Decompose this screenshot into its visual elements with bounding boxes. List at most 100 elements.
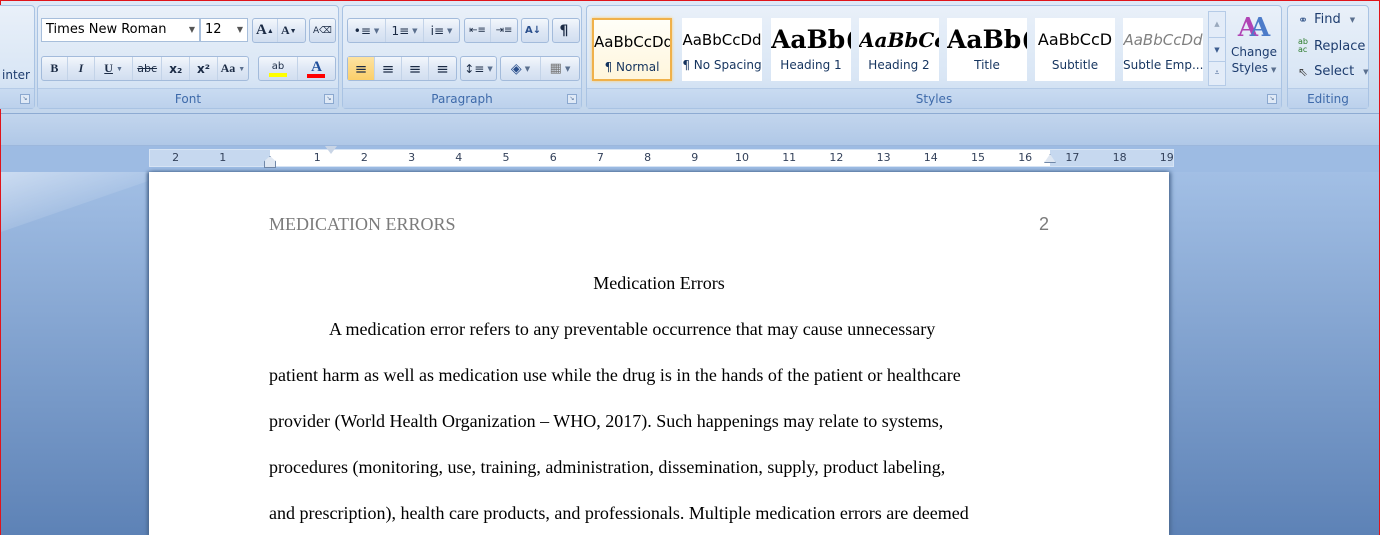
running-head: MEDICATION ERRORS	[269, 214, 456, 234]
chevron-down-icon: ▼	[1271, 66, 1277, 74]
style-subtitle[interactable]: AaBbCcD Subtitle	[1035, 18, 1115, 81]
style-preview: AaBb(	[947, 25, 1027, 54]
bold-icon: B	[50, 61, 59, 75]
italic-icon: I	[78, 61, 84, 75]
scroll-up-icon[interactable]: ▲	[1209, 12, 1225, 37]
gallery-more-icon[interactable]: ⩡	[1209, 61, 1225, 85]
borders-icon: ▦	[549, 61, 562, 76]
background-gloss	[1, 172, 151, 232]
chevron-down-icon: ▼	[238, 64, 246, 73]
horizontal-ruler[interactable]: 2 1 1 2 3 4 5 6 7 8 9 10 11 12 13 14 15 16 17 18 19	[149, 146, 1174, 168]
clear-formatting-button[interactable]: A⌫	[310, 19, 335, 42]
document-workspace: MEDICATION ERRORS 2 Medication Errors A …	[1, 172, 1379, 535]
document-title: Medication Errors	[593, 273, 725, 293]
align-center-button[interactable]: ≡	[375, 57, 402, 80]
ruler-number: 5	[502, 151, 510, 164]
style-name: Subtle Emp...	[1123, 58, 1203, 72]
body-line: provider (World Health Organization – WH…	[269, 411, 944, 431]
document-page[interactable]: MEDICATION ERRORS 2 Medication Errors A …	[149, 172, 1169, 535]
styles-gallery-scroll: ▲ ▼ ⩡	[1208, 11, 1226, 86]
bold-button[interactable]: B	[42, 57, 68, 80]
ruler-number: 13	[876, 151, 891, 164]
ruler-number: 1	[313, 151, 321, 164]
justify-button[interactable]: ≡	[429, 57, 456, 80]
body-line: and prescription), health care products,…	[269, 503, 969, 523]
show-formatting-marks-button[interactable]: ¶	[553, 19, 575, 42]
eraser-icon: A⌫	[313, 25, 332, 36]
change-styles-label-1: Change	[1231, 45, 1277, 59]
numbering-button[interactable]: 1≡ ▼	[386, 19, 424, 42]
style-heading-2[interactable]: AaBbCc Heading 2	[859, 18, 939, 81]
style-subtle-emphasis[interactable]: AaBbCcDd Subtle Emp...	[1123, 18, 1203, 81]
superscript-button[interactable]: x²	[190, 57, 218, 80]
editing-group: ⚭ Find ▼ ab ac Replace ⇖ Select ▼ Editing	[1287, 5, 1369, 109]
replace-icon: ab ac	[1298, 37, 1308, 54]
chevron-down-icon: ▼	[373, 26, 380, 35]
decrease-indent-button[interactable]: ⇤≡	[465, 19, 491, 42]
style-normal[interactable]: AaBbCcDd ¶ Normal	[592, 18, 672, 81]
multilevel-list-button[interactable]: i≡ ▼	[424, 19, 459, 42]
change-styles-label-2: Styles	[1231, 61, 1268, 75]
page-number: 2	[1039, 214, 1050, 234]
align-left-button[interactable]: ≡	[348, 57, 375, 80]
sort-button[interactable]: A↓	[522, 19, 544, 42]
font-group-label: Font	[38, 88, 338, 108]
styles-launcher-icon[interactable]: ↘	[1267, 94, 1277, 104]
style-name: Subtitle	[1051, 58, 1099, 72]
increase-indent-icon: ⇥≡	[495, 25, 513, 36]
shading-button[interactable]: ◈ ▼	[501, 57, 541, 80]
subscript-button[interactable]: x₂	[162, 57, 191, 80]
shrink-font-button[interactable]: A ▼	[278, 19, 300, 42]
font-group: Times New Roman ▼ 12 ▼ A ▲ A ▼ A⌫ B I U ▼ a…	[37, 5, 339, 109]
italic-button[interactable]: I	[68, 57, 96, 80]
body-line: procedures (monitoring, use, training, a…	[269, 457, 946, 477]
font-name-select[interactable]: Times New Roman ▼	[41, 18, 200, 42]
ruler-number: 11	[782, 151, 797, 164]
font-color-button[interactable]: A	[298, 57, 335, 80]
grow-font-icon: A	[256, 22, 267, 38]
chevron-down-icon: ▼	[447, 26, 453, 35]
style-no-spacing[interactable]: AaBbCcDd ¶ No Spacing	[682, 18, 762, 81]
borders-button[interactable]: ▦ ▼	[541, 57, 579, 80]
style-preview: AaBb(	[771, 25, 851, 54]
first-line-indent-marker[interactable]	[325, 146, 337, 154]
style-name: Heading 2	[868, 58, 930, 72]
format-painter-button[interactable]: inter	[2, 68, 30, 82]
style-preview: AaBbCcD	[1037, 30, 1113, 49]
ribbon-separator-band	[1, 113, 1379, 146]
font-color-bar	[307, 73, 326, 78]
align-right-button[interactable]: ≡	[402, 57, 429, 80]
style-heading-1[interactable]: AaBb( Heading 1	[771, 18, 851, 81]
ruler-number: 16	[1018, 151, 1033, 164]
ruler-number: 12	[829, 151, 844, 164]
line-spacing-button[interactable]: ↕≡ ▼	[461, 57, 496, 80]
select-button[interactable]: ⇖ Select ▼	[1298, 64, 1369, 79]
numbering-icon: 1≡	[391, 23, 410, 38]
style-title[interactable]: AaBb( Title	[947, 18, 1027, 81]
ruler-number: 6	[549, 151, 557, 164]
ruler-number: 18	[1112, 151, 1127, 164]
chevron-down-icon: ▼	[188, 25, 195, 34]
paragraph-launcher-icon[interactable]: ↘	[567, 94, 577, 104]
font-launcher-icon[interactable]: ↘	[324, 94, 334, 104]
find-button[interactable]: ⚭ Find ▼	[1298, 12, 1355, 27]
ruler-number: 4	[455, 151, 463, 164]
underline-button[interactable]: U ▼	[95, 57, 133, 80]
bullets-button[interactable]: •≡ ▼	[348, 19, 386, 42]
grow-font-button[interactable]: A ▲	[253, 19, 278, 42]
change-styles-button[interactable]: AA Change Styles ▼	[1229, 12, 1279, 92]
paragraph-group-label: Paragraph	[343, 88, 581, 108]
find-label: Find	[1314, 12, 1341, 27]
clipboard-launcher-icon[interactable]: ↘	[20, 94, 30, 104]
font-size-select[interactable]: 12 ▼	[200, 18, 248, 42]
replace-button[interactable]: ab ac Replace	[1298, 38, 1365, 54]
editing-group-label: Editing	[1288, 88, 1368, 108]
change-case-button[interactable]: Aa ▼	[218, 57, 248, 80]
style-name: Title	[974, 58, 1000, 72]
multilevel-list-icon: i≡	[430, 23, 444, 38]
strikethrough-button[interactable]: abc	[133, 57, 163, 80]
scroll-down-icon[interactable]: ▼	[1209, 37, 1225, 61]
increase-indent-button[interactable]: ⇥≡	[491, 19, 517, 42]
strikethrough-icon: abc	[137, 62, 158, 75]
highlight-button[interactable]: ab	[259, 57, 298, 80]
